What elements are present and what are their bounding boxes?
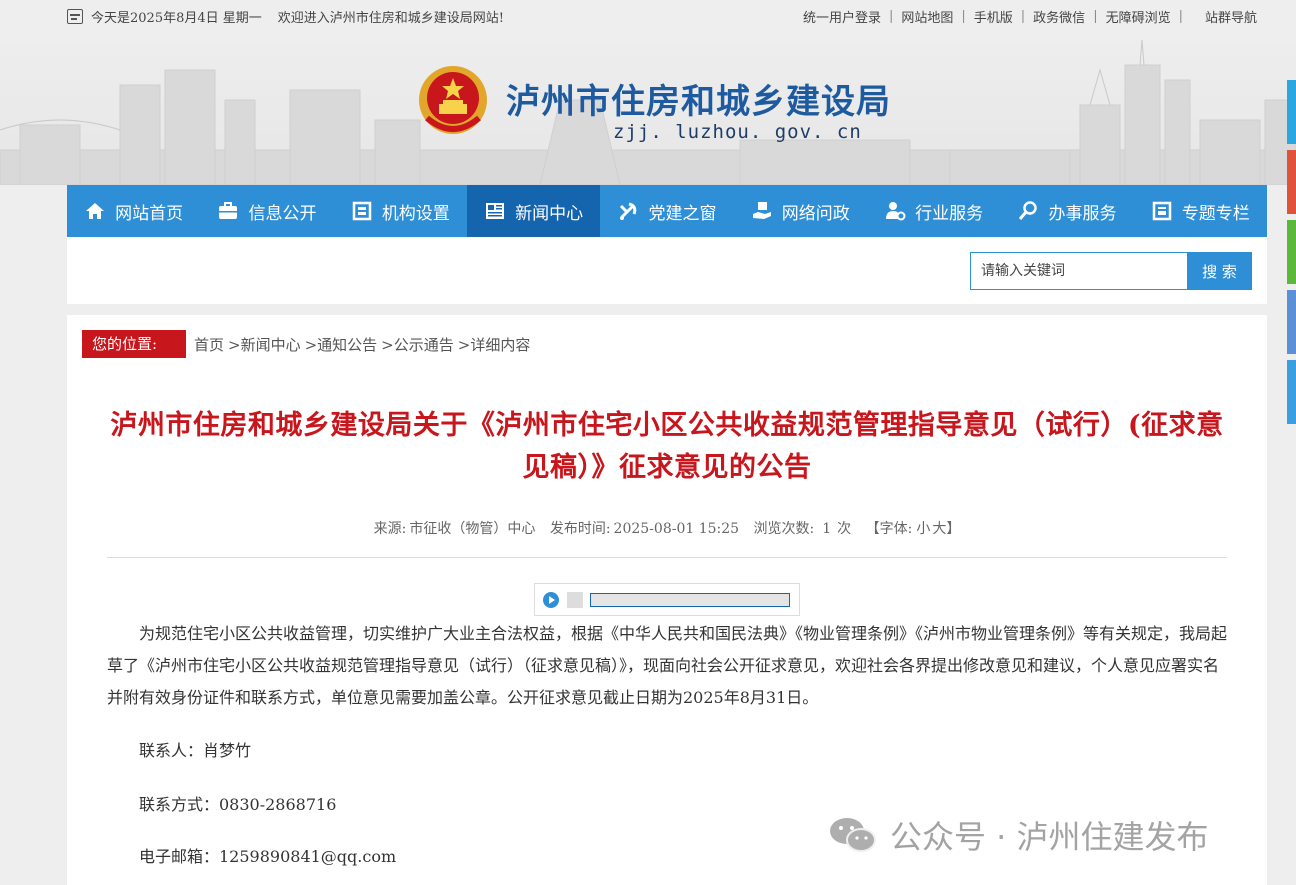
search-bar: 搜 索 (67, 237, 1267, 304)
newspaper-icon (486, 203, 505, 219)
article-meta: 来源: 市征收（物管）中心 发布时间: 2025-08-01 15:25 浏览次数:… (107, 518, 1227, 538)
side-tab-1[interactable] (1287, 80, 1296, 144)
font-large-button[interactable]: 大 (932, 521, 946, 537)
play-icon[interactable] (543, 592, 559, 608)
site-title: 泸州市住房和城乡建设局 (506, 82, 891, 122)
nav-label: 网站首页 (115, 203, 184, 224)
link-site-group-nav[interactable]: 站群导航 (1197, 7, 1257, 26)
party-icon (620, 202, 637, 220)
nav-item-online-inquiry[interactable]: 网络问政 (734, 185, 867, 237)
contact-email: 电子邮箱：1259890841@qq.com (139, 847, 397, 866)
nav-item-info-disclosure[interactable]: 信息公开 (200, 185, 333, 237)
audio-player (534, 583, 800, 616)
side-tab-4[interactable] (1287, 290, 1296, 354)
nav-item-news-center[interactable]: 新闻中心 (466, 185, 601, 237)
meta-font-size: 【字体: 小大】 (865, 521, 961, 537)
meta-divider (107, 557, 1227, 558)
nav-label: 机构设置 (381, 203, 450, 224)
nav-item-industry-service[interactable]: 行业服务 (867, 185, 1000, 237)
breadcrumb-public-notices[interactable]: >公示通告 (381, 334, 454, 355)
side-tab-3[interactable] (1287, 220, 1296, 284)
welcome-text: 欢迎进入泸州市住房和城乡建设局网站! (277, 11, 504, 26)
location-label: 您的位置: (82, 330, 186, 358)
contact-phone: 联系方式：0830-2868716 (139, 795, 337, 814)
nav-label: 新闻中心 (515, 203, 584, 224)
search-input[interactable] (970, 252, 1188, 290)
nav-label: 专题专栏 (1181, 203, 1250, 224)
side-tab-2[interactable] (1287, 150, 1296, 214)
stop-icon[interactable] (567, 592, 583, 608)
site-header: 泸州市住房和城乡建设局 zjj. luzhou. gov. cn (0, 30, 1296, 185)
article-title: 泸州市住房和城乡建设局关于《泸州市住宅小区公共收益规范管理指导意见（试行）(征求… (110, 410, 1224, 483)
briefcase-icon (219, 202, 238, 219)
article-paragraph: 为规范住宅小区公共收益管理，切实维护广大业主合法权益，根据《中华人民共和国民法典… (107, 624, 1228, 707)
nav-label: 行业服务 (915, 203, 984, 224)
search-button[interactable]: 搜 索 (1187, 252, 1252, 290)
link-sitemap[interactable]: 网站地图 (893, 7, 961, 26)
article-panel: 您的位置: 首页 >新闻中心 >通知公告 >公示通告 >详细内容 泸州市住房和城… (67, 315, 1267, 885)
nav-item-home[interactable]: 网站首页 (67, 185, 200, 237)
breadcrumb-home[interactable]: 首页 (194, 334, 224, 355)
meta-source: 来源: 市征收（物管）中心 (373, 521, 536, 537)
breadcrumb-current: >详细内容 (457, 336, 531, 354)
user-gear-icon (886, 202, 906, 221)
date-text: 今天是2025年8月4日 星期一 (91, 11, 262, 26)
calendar-icon (67, 9, 83, 24)
watermark-text: 公众号 · 泸州住建发布 (890, 818, 1209, 856)
link-mobile[interactable]: 手机版 (966, 7, 1021, 26)
nav-item-special-column[interactable]: 专题专栏 (1134, 185, 1267, 237)
org-icon (352, 201, 372, 221)
link-user-login[interactable]: 统一用户登录 (795, 7, 889, 26)
meta-views: 浏览次数: 1 次 (753, 521, 852, 537)
link-accessibility[interactable]: 无障碍浏览 (1098, 7, 1179, 26)
hand-icon (752, 202, 771, 219)
main-nav: 网站首页 信息公开 机构设置 新闻中心 党建之窗 网络问政 行业服务 办事服务 … (67, 185, 1267, 237)
breadcrumb-notices[interactable]: >通知公告 (305, 334, 378, 355)
site-domain: zjj. luzhou. gov. cn (613, 121, 862, 143)
column-icon (1152, 201, 1172, 221)
nav-item-organization[interactable]: 机构设置 (334, 185, 467, 237)
home-icon (86, 203, 105, 219)
nav-label: 党建之窗 (648, 203, 717, 224)
link-wechat[interactable]: 政务微信 (1025, 7, 1093, 26)
nav-label: 网络问政 (781, 203, 850, 224)
national-emblem-icon (419, 66, 487, 134)
wechat-watermark: 公众号 · 泸州住建发布 (828, 812, 1209, 858)
audio-progress-bar[interactable] (590, 593, 790, 607)
nav-label: 信息公开 (248, 203, 317, 224)
breadcrumb: 首页 >新闻中心 >通知公告 >公示通告 >详细内容 (194, 334, 530, 355)
nav-label: 办事服务 (1048, 203, 1117, 224)
font-small-button[interactable]: 小 (916, 521, 930, 537)
nav-item-handle-affairs[interactable]: 办事服务 (1000, 185, 1133, 237)
top-links: 统一用户登录 | 网站地图 | 手机版 | 政务微信 | 无障碍浏览 | 站群导航 (795, 7, 1257, 26)
meta-publish-time: 发布时间: 2025-08-01 15:25 (549, 521, 740, 537)
magnifier-icon (1019, 201, 1038, 220)
wechat-icon (830, 818, 876, 852)
top-bar-left: 今天是2025年8月4日 星期一 欢迎进入泸州市住房和城乡建设局网站! (67, 7, 504, 26)
breadcrumb-news-center[interactable]: >新闻中心 (228, 334, 301, 355)
contact-person: 联系人：肖梦竹 (139, 741, 252, 760)
top-bar: 今天是2025年8月4日 星期一 欢迎进入泸州市住房和城乡建设局网站! 统一用户… (0, 0, 1296, 30)
nav-item-party-building[interactable]: 党建之窗 (600, 185, 733, 237)
side-tab-5[interactable] (1287, 360, 1296, 424)
